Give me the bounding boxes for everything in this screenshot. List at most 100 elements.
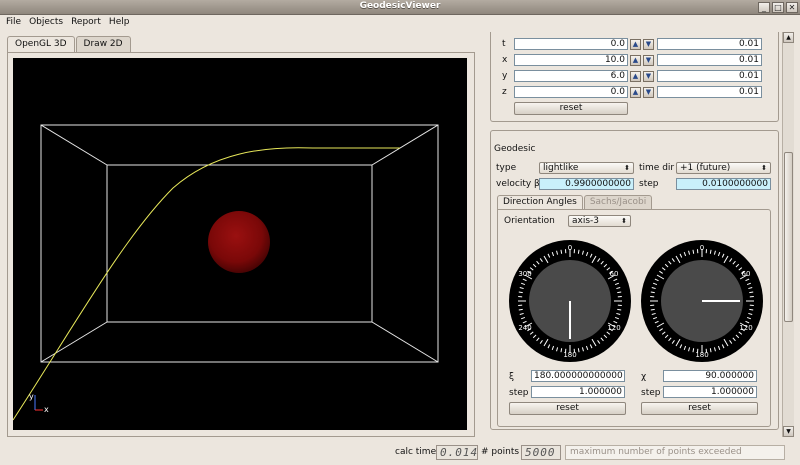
dial-tick — [749, 308, 754, 311]
step-label: step — [639, 179, 659, 189]
points-display: 5000 — [521, 445, 561, 460]
coord-x-field[interactable]: 10.0 — [514, 54, 628, 66]
dial-tick-label: 240 — [518, 324, 531, 332]
coord-z-step-field[interactable]: 0.01 — [657, 86, 762, 98]
axis-y-label: y — [29, 392, 34, 401]
coord-t-field[interactable]: 0.0 — [514, 38, 628, 50]
coord-row-t: t 0.0 ▲ ▼ 0.01 — [502, 38, 762, 50]
spin-up-icon[interactable]: ▲ — [630, 70, 641, 82]
dial-tick — [650, 308, 655, 311]
dial-tick-label: 0 — [700, 244, 704, 252]
tab-draw-2d[interactable]: Draw 2D — [75, 36, 131, 52]
updown-arrow-icon: ⬍ — [621, 217, 627, 225]
spin-down-icon[interactable]: ▼ — [643, 54, 654, 66]
chi-label: χ — [641, 372, 647, 382]
menu-bar: File Objects Report Help — [0, 15, 800, 31]
opengl-viewport[interactable]: y x — [13, 58, 467, 430]
scroll-down-icon[interactable]: ▼ — [783, 426, 794, 437]
dial-tick-label: 60 — [610, 270, 619, 278]
close-icon[interactable]: ✕ — [786, 2, 798, 13]
dial-tick-label: 180 — [563, 351, 576, 359]
menu-file[interactable]: File — [2, 15, 25, 31]
menu-report[interactable]: Report — [67, 15, 105, 31]
dial-tick — [709, 348, 712, 353]
xi-step-field[interactable]: 1.000000 — [531, 386, 625, 398]
spin-down-icon[interactable]: ▼ — [643, 38, 654, 50]
chi-step-label: step — [641, 388, 661, 398]
coord-y-step-field[interactable]: 0.01 — [657, 70, 762, 82]
tab-direction-angles[interactable]: Direction Angles — [497, 195, 583, 209]
status-bar: calc time 0.014 # points 5000 maximum nu… — [0, 441, 800, 465]
minimize-icon[interactable]: _ — [758, 2, 770, 13]
scroll-up-icon[interactable]: ▲ — [783, 32, 794, 43]
velocity-label: velocity β — [496, 179, 540, 189]
tab-opengl-3d[interactable]: OpenGL 3D — [7, 36, 75, 53]
type-label: type — [496, 163, 517, 173]
dial-tick — [692, 348, 695, 353]
points-label: # points — [481, 447, 520, 457]
orientation-label: Orientation — [504, 216, 555, 226]
dial-tick — [560, 249, 563, 254]
updown-arrow-icon: ⬍ — [624, 164, 630, 172]
dial-tick-label: 120 — [739, 324, 752, 332]
calc-time-display: 0.014 — [436, 445, 478, 460]
coord-row-z: z 0.0 ▲ ▼ 0.01 — [502, 86, 762, 98]
xi-label: ξ — [509, 372, 515, 382]
geodesic-curve — [13, 147, 400, 421]
chi-field[interactable]: 90.000000 — [663, 370, 757, 382]
calc-time-label: calc time — [395, 447, 437, 457]
right-scrollbar[interactable]: ▲ ▼ — [782, 32, 794, 437]
updown-arrow-icon: ⬍ — [761, 164, 767, 172]
coord-row-x: x 10.0 ▲ ▼ 0.01 — [502, 54, 762, 66]
axis-x-label: x — [44, 405, 49, 414]
coords-reset-button[interactable]: reset — [514, 102, 628, 115]
chi-dial[interactable]: 0 60 120 180 — [640, 239, 764, 366]
dial-tick — [518, 291, 523, 294]
dial-tick — [560, 348, 563, 353]
xi-dial[interactable]: 0 60 120 180 240 300 — [508, 239, 632, 366]
dial-tick — [709, 249, 712, 254]
dial-tick — [577, 348, 580, 353]
scroll-thumb[interactable] — [784, 152, 793, 322]
dial-tick-label: 120 — [607, 324, 620, 332]
coord-z-field[interactable]: 0.0 — [514, 86, 628, 98]
spin-up-icon[interactable]: ▲ — [630, 38, 641, 50]
dial-tick — [617, 308, 622, 311]
spin-up-icon[interactable]: ▲ — [630, 54, 641, 66]
menu-objects[interactable]: Objects — [25, 15, 67, 31]
orientation-select[interactable]: axis-3 ⬍ — [568, 215, 631, 227]
coord-y-field[interactable]: 6.0 — [514, 70, 628, 82]
coord-x-step-field[interactable]: 0.01 — [657, 54, 762, 66]
status-message: maximum number of points exceeded — [565, 445, 785, 460]
velocity-field[interactable]: 0.9900000000 — [539, 178, 634, 190]
spin-up-icon[interactable]: ▲ — [630, 86, 641, 98]
time-dir-select[interactable]: +1 (future) ⬍ — [676, 162, 771, 174]
chi-step-field[interactable]: 1.000000 — [663, 386, 757, 398]
tab-sachs-jacobi[interactable]: Sachs/Jacobi — [583, 195, 653, 209]
menu-help[interactable]: Help — [105, 15, 134, 31]
window-title: GeodesicViewer — [359, 1, 441, 11]
xi-reset-button[interactable]: reset — [509, 402, 626, 415]
coord-t-step-field[interactable]: 0.01 — [657, 38, 762, 50]
xi-field[interactable]: 180.000000000000 — [531, 370, 625, 382]
chi-reset-button[interactable]: reset — [641, 402, 758, 415]
maximize-icon[interactable]: □ — [772, 2, 784, 13]
dial-tick — [692, 249, 695, 254]
dial-tick-label: 300 — [518, 270, 531, 278]
axes-gizmo: y x — [29, 392, 49, 414]
central-sphere — [208, 211, 270, 273]
dial-tick — [577, 249, 580, 254]
step-field[interactable]: 0.0100000000 — [676, 178, 771, 190]
spin-down-icon[interactable]: ▼ — [643, 70, 654, 82]
coord-row-y: y 6.0 ▲ ▼ 0.01 — [502, 70, 762, 82]
type-select[interactable]: lightlike ⬍ — [539, 162, 634, 174]
geodesic-title: Geodesic — [494, 144, 536, 154]
dial-tick — [518, 308, 523, 311]
title-bar: GeodesicViewer _ □ ✕ — [0, 0, 800, 15]
dial-tick — [617, 291, 622, 294]
spin-down-icon[interactable]: ▼ — [643, 86, 654, 98]
dial-tick-label: 0 — [568, 244, 572, 252]
dial-tick — [650, 291, 655, 294]
dial-tick — [749, 291, 754, 294]
dial-tick-label: 60 — [742, 270, 751, 278]
